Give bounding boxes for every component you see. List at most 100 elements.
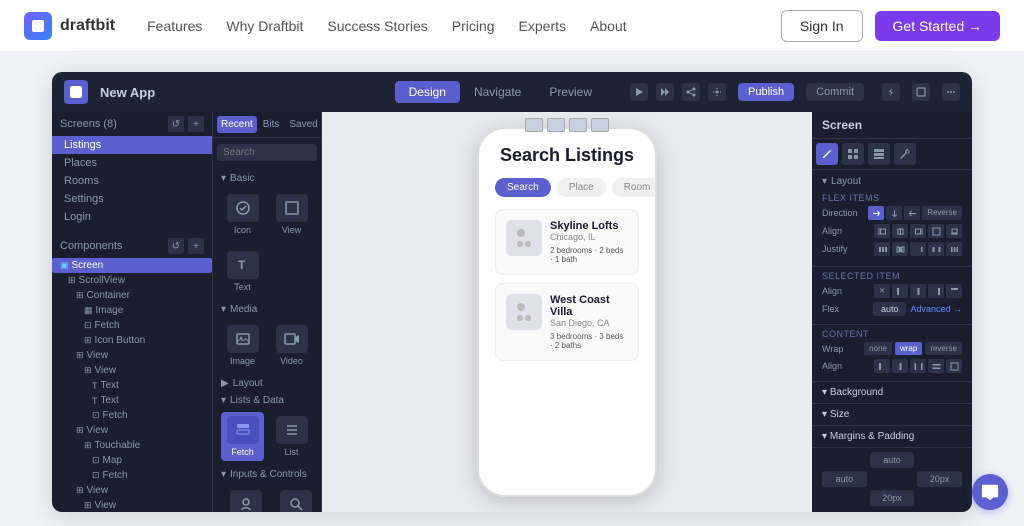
padding-bottom[interactable]: 20px [870,490,915,506]
tree-item-view1[interactable]: ⊞ View [52,348,212,363]
component-list[interactable]: List [270,412,313,461]
component-text[interactable]: T Text [221,247,264,296]
components-refresh-icon[interactable]: ↺ [168,238,184,254]
justify-between-btn[interactable] [928,242,944,256]
nav-link-whydraftbit[interactable]: Why Draftbit [226,18,303,34]
align2-d-btn[interactable] [946,284,962,298]
padding-left[interactable]: auto [822,471,867,487]
play-icon[interactable] [630,83,648,101]
component-video[interactable]: Video [270,321,313,370]
align-start-btn[interactable] [874,224,890,238]
fast-forward-icon[interactable] [656,83,674,101]
tree-item-view4[interactable]: ⊞ View [52,483,212,498]
tab-navigate[interactable]: Navigate [460,81,535,103]
align3-b-btn[interactable] [892,359,908,373]
align2-b-btn[interactable] [910,284,926,298]
screens-refresh-icon[interactable]: ↺ [168,116,184,132]
getstarted-button[interactable]: Get Started → [875,11,1000,41]
components-add-icon[interactable]: + [188,238,204,254]
category-inputs[interactable]: ▾ Inputs & Controls [217,465,317,482]
pencil-tab-icon[interactable] [816,143,838,165]
tree-item-image[interactable]: ▦ Image [52,303,212,318]
phone-tab-search[interactable]: Search [495,178,551,197]
component-image[interactable]: Image [221,321,264,370]
justify-around-btn[interactable] [946,242,962,256]
tree-item-fetch3[interactable]: ⊡ Fetch [52,468,212,483]
lightning-icon[interactable] [882,83,900,101]
align-center-btn[interactable] [892,224,908,238]
component-fetch[interactable]: Fetch [221,412,264,461]
phone-tab-room[interactable]: Room [612,178,655,197]
align3-d-btn[interactable] [928,359,944,373]
grid-tab-icon[interactable] [842,143,864,165]
category-layout[interactable]: ▶ Layout [217,374,317,391]
tab-design[interactable]: Design [395,81,460,103]
tree-item-text1[interactable]: T Text [52,378,212,393]
tree-item-touchable[interactable]: ⊞ Touchable [52,438,212,453]
justify-start-btn[interactable] [874,242,890,256]
tree-item-scrollview[interactable]: ⊞ ScrollView [52,273,212,288]
tree-item-iconbutton[interactable]: ⊞ Icon Button [52,333,212,348]
component-searchbar[interactable]: Search Bar [276,486,316,512]
align3-c-btn[interactable] [910,359,926,373]
align3-e-btn[interactable] [946,359,962,373]
tree-item-fetch[interactable]: ⊡ Fetch [52,318,212,333]
tree-item-screen[interactable]: ▣ Screen [52,258,212,273]
direction-rowrev-btn[interactable] [904,206,920,220]
justify-end-btn[interactable] [910,242,926,256]
sidebar-item-listings[interactable]: Listings [52,136,212,154]
search-input[interactable] [217,144,317,161]
tab-preview[interactable]: Preview [535,81,606,103]
stack-tab-icon[interactable] [868,143,890,165]
more-icon[interactable] [942,83,960,101]
nav-link-pricing[interactable]: Pricing [452,18,495,34]
align2-x-btn[interactable]: ✕ [874,284,890,298]
align3-a-btn[interactable] [874,359,890,373]
category-listsdata[interactable]: ▾ Lists & Data [217,391,317,408]
component-view[interactable]: View [270,190,313,239]
sidebar-item-rooms[interactable]: Rooms [52,172,212,190]
nav-link-successstories[interactable]: Success Stories [327,18,427,34]
background-section[interactable]: ▾ Background [812,382,972,404]
align2-a-btn[interactable] [892,284,908,298]
wrap-reverse-btn[interactable]: reverse [925,342,962,355]
tree-item-fetch2[interactable]: ⊡ Fetch [52,408,212,423]
category-media[interactable]: ▾ Media [217,300,317,317]
nav-link-about[interactable]: About [590,18,627,34]
tab-saved[interactable]: Saved [285,116,321,133]
publish-button[interactable]: Publish [738,83,794,101]
screens-add-icon[interactable]: + [188,116,204,132]
signin-button[interactable]: Sign In [781,10,863,42]
margins-section[interactable]: ▾ Margins & Padding [812,426,972,448]
align2-c-btn[interactable] [928,284,944,298]
tree-item-map[interactable]: ⊡ Map [52,453,212,468]
padding-top[interactable]: auto [870,452,915,468]
tree-item-view2[interactable]: ⊞ View [52,363,212,378]
sidebar-item-login[interactable]: Login [52,208,212,226]
category-basic[interactable]: ▾ Basic [217,169,317,186]
nav-logo[interactable]: draftbit [24,12,115,40]
direction-row-btn[interactable] [868,206,884,220]
commit-button[interactable]: Commit [806,83,864,101]
align-end-btn[interactable] [910,224,926,238]
size-section[interactable]: ▾ Size [812,404,972,426]
component-icon[interactable]: Icon [221,190,264,239]
reverse-btn[interactable]: Reverse [922,206,962,220]
align-stretch-btn[interactable] [928,224,944,238]
wrap-wrap-btn[interactable]: wrap [895,342,922,355]
justify-center-btn[interactable] [892,242,908,256]
phone-tab-place[interactable]: Place [557,178,606,197]
chat-bubble[interactable] [972,474,1008,510]
direction-col-btn[interactable] [886,206,902,220]
tab-bits[interactable]: Bits [259,116,284,133]
nav-link-features[interactable]: Features [147,18,202,34]
tab-recent[interactable]: Recent [217,116,257,133]
align-baseline-btn[interactable] [946,224,962,238]
share-icon[interactable] [682,83,700,101]
wrap-none-btn[interactable]: none [864,342,892,355]
tree-item-view5[interactable]: ⊞ View [52,498,212,512]
nav-link-experts[interactable]: Experts [519,18,566,34]
wrench-tab-icon[interactable] [894,143,916,165]
tree-item-view3[interactable]: ⊞ View [52,423,212,438]
advanced-link[interactable]: Advanced → [910,304,962,314]
